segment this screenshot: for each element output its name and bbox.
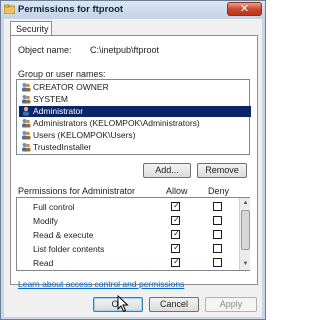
allow-column-label: Allow <box>166 186 188 196</box>
group-item-administrators[interactable]: Administrators (KELOMPOK\Administrators) <box>19 118 251 129</box>
tab-security[interactable]: Security <box>10 21 52 36</box>
add-button[interactable]: Add... <box>143 163 191 178</box>
scroll-thumb[interactable] <box>241 210 250 250</box>
deny-checkbox[interactable] <box>213 244 222 253</box>
tab-security-label: Security <box>16 24 49 34</box>
permission-row-read-execute: Read & execute ✓ <box>17 229 237 241</box>
permission-row-read: Read ✓ <box>17 257 237 269</box>
user-group-icon <box>22 131 31 140</box>
group-item-trustedinstaller[interactable]: TrustedInstaller <box>19 142 251 153</box>
scroll-up-icon[interactable]: ▲ <box>241 199 250 208</box>
group-item-label: TrustedInstaller <box>33 142 92 152</box>
group-item-administrator[interactable]: Administrator <box>19 106 251 117</box>
allow-checkbox[interactable]: ✓ <box>171 215 180 225</box>
cancel-button[interactable]: Cancel <box>149 297 199 312</box>
apply-button[interactable]: Apply <box>205 297 257 312</box>
allow-checkbox[interactable]: ✓ <box>171 257 180 267</box>
permission-row-modify: Modify ✓ <box>17 215 237 227</box>
check-icon: ✓ <box>173 243 180 252</box>
permissions-list: Full control ✓ Modify ✓ Read & execute ✓… <box>16 197 250 271</box>
group-item-label: Administrators (KELOMPOK\Administrators) <box>33 118 200 128</box>
deny-checkbox[interactable] <box>213 230 222 239</box>
group-item-label: Users (KELOMPOK\Users) <box>33 130 136 140</box>
group-item-system[interactable]: SYSTEM <box>19 94 251 105</box>
deny-checkbox[interactable] <box>213 258 222 267</box>
permission-label: Read & execute <box>33 230 94 240</box>
learn-more-link[interactable]: Learn about access control and permissio… <box>18 279 184 289</box>
group-item-label: Administrator <box>33 106 84 116</box>
permission-row-list-folder-contents: List folder contents ✓ <box>17 243 237 255</box>
user-icon <box>23 106 29 116</box>
allow-checkbox[interactable]: ✓ <box>171 229 180 239</box>
check-icon: ✓ <box>173 201 180 210</box>
mouse-pointer-icon <box>117 295 129 313</box>
permissions-dialog: Permissions for ftproot ✕ Security Objec… <box>0 0 266 320</box>
object-name-value: C:\inetpub\ftproot <box>90 45 160 55</box>
permissions-header-label: Permissions for Administrator <box>18 186 136 196</box>
folder-permissions-icon <box>4 4 15 14</box>
check-icon: ✓ <box>173 215 180 224</box>
group-list-label: Group or user names: <box>18 69 106 79</box>
group-user-list[interactable]: CREATOR OWNER SYSTEM Administrator Admin… <box>16 79 251 155</box>
allow-checkbox[interactable]: ✓ <box>171 201 180 211</box>
title-bar[interactable]: Permissions for ftproot ✕ <box>1 1 265 18</box>
permission-row-full-control: Full control ✓ <box>17 201 237 213</box>
permission-label: Read <box>33 258 54 268</box>
allow-checkbox[interactable]: ✓ <box>171 243 180 253</box>
remove-button[interactable]: Remove <box>197 163 247 178</box>
check-icon: ✓ <box>173 257 180 266</box>
close-icon: ✕ <box>239 3 250 15</box>
window-title: Permissions for ftproot <box>18 4 124 15</box>
object-name-label: Object name: <box>18 45 72 55</box>
user-group-icon <box>22 83 31 92</box>
permissions-scrollbar[interactable]: ▲ ▼ <box>239 198 250 270</box>
group-item-creator-owner[interactable]: CREATOR OWNER <box>19 82 251 93</box>
user-group-icon <box>22 119 31 128</box>
user-group-icon <box>22 95 31 104</box>
permission-label: Full control <box>33 202 75 212</box>
user-group-icon <box>22 143 31 152</box>
permission-label: Modify <box>33 216 59 226</box>
deny-column-label: Deny <box>208 186 230 196</box>
group-item-users[interactable]: Users (KELOMPOK\Users) <box>19 130 251 141</box>
permission-label: List folder contents <box>33 244 105 254</box>
group-item-label: CREATOR OWNER <box>33 82 109 92</box>
group-item-label: SYSTEM <box>33 94 68 104</box>
check-icon: ✓ <box>173 229 180 238</box>
deny-checkbox[interactable] <box>213 202 222 211</box>
close-button[interactable]: ✕ <box>227 2 262 16</box>
deny-checkbox[interactable] <box>213 216 222 225</box>
scroll-down-icon[interactable]: ▼ <box>241 260 250 269</box>
